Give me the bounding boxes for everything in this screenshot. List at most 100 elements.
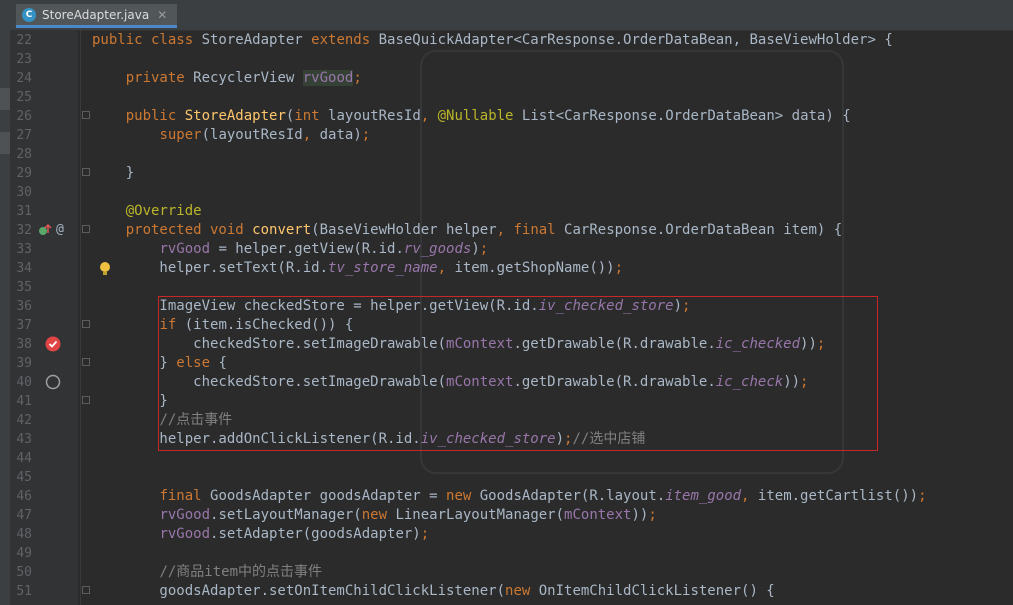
- fold-marker[interactable]: [82, 111, 90, 119]
- code-token: layoutResId: [328, 108, 421, 124]
- code-token: .setLayoutManager(: [210, 507, 362, 523]
- left-strip-marker: [0, 88, 10, 110]
- annotation-at-icon[interactable]: @: [56, 222, 64, 237]
- fold-marker[interactable]: [82, 586, 90, 594]
- fold-gutter-line: [80, 30, 81, 605]
- code-line[interactable]: public StoreAdapter(int layoutResId, @Nu…: [92, 107, 851, 126]
- line-number: 46: [16, 489, 32, 504]
- code-token: data): [319, 127, 362, 143]
- code-token: ): [471, 241, 480, 257]
- code-token: ,: [437, 260, 455, 276]
- code-token: helper.setText(R.id.: [92, 260, 329, 276]
- code-token: LinearLayoutManager(: [395, 507, 565, 523]
- code-token: public: [125, 108, 185, 124]
- line-number: 29: [16, 166, 32, 181]
- code-token: rvGood: [159, 507, 211, 523]
- code-token: BaseQuickAdapter<CarResponse.OrderDataBe…: [378, 32, 893, 48]
- code-token: )): [631, 507, 649, 523]
- code-token: ;: [479, 241, 489, 257]
- code-token: = helper.getView(R.id.: [218, 241, 404, 257]
- code-line[interactable]: super(layoutResId, data);: [92, 126, 370, 145]
- code-line[interactable]: private RecyclerView rvGood;: [92, 69, 362, 88]
- code-token: item.getCartlist()): [757, 488, 919, 504]
- line-number: 51: [16, 584, 32, 599]
- code-token: StoreAdapter: [201, 32, 312, 48]
- code-token: mContext: [564, 507, 632, 523]
- code-token: @Override: [125, 203, 202, 219]
- line-number: 50: [16, 565, 32, 580]
- code-token: .setAdapter(goodsAdapter): [210, 526, 421, 542]
- code-line[interactable]: rvGood.setLayoutManager(new LinearLayout…: [92, 506, 657, 525]
- fold-marker[interactable]: [82, 320, 90, 328]
- empty-breakpoint-icon[interactable]: [45, 374, 61, 390]
- code-token: CarResponse.OrderDataBean item) {: [564, 222, 843, 238]
- java-class-icon: C: [22, 7, 36, 22]
- code-line[interactable]: final GoodsAdapter goodsAdapter = new Go…: [92, 487, 927, 506]
- code-token: new: [361, 507, 396, 523]
- line-number: 34: [16, 261, 32, 276]
- code-line[interactable]: helper.setText(R.id.tv_store_name, item.…: [92, 259, 623, 278]
- code-token: ,: [741, 488, 758, 504]
- line-number: 30: [16, 185, 32, 200]
- fold-marker[interactable]: [82, 225, 90, 233]
- line-number: 48: [16, 527, 32, 542]
- code-token: ;: [614, 260, 624, 276]
- fold-marker[interactable]: [82, 358, 90, 366]
- code-token: ;: [648, 507, 657, 523]
- line-number: 45: [16, 470, 32, 485]
- code-token: ,: [420, 108, 438, 124]
- code-token: GoodsAdapter(R.layout.: [479, 488, 666, 504]
- code-token: protected void: [125, 222, 253, 238]
- code-line[interactable]: rvGood = helper.getView(R.id.rv_goods);: [92, 240, 488, 259]
- code-line[interactable]: protected void convert(BaseViewHolder he…: [92, 221, 842, 240]
- line-number: 33: [16, 242, 32, 257]
- code-token: convert: [252, 222, 312, 238]
- override-icon[interactable]: [38, 223, 52, 237]
- code-token: goodsAdapter.setOnItemChildClickListener…: [92, 583, 506, 599]
- bulb-icon[interactable]: [99, 261, 111, 277]
- code-line[interactable]: public class StoreAdapter extends BaseQu…: [92, 31, 893, 50]
- fold-marker[interactable]: [82, 168, 90, 176]
- line-number: 44: [16, 451, 32, 466]
- line-number: 27: [16, 128, 32, 143]
- code-line[interactable]: //商品item中的点击事件: [92, 563, 322, 582]
- code-token: , final: [496, 222, 565, 238]
- line-number: 38: [16, 337, 32, 352]
- code-line[interactable]: }: [92, 164, 134, 183]
- line-number: 24: [16, 71, 32, 86]
- line-number: 39: [16, 356, 32, 371]
- code-line[interactable]: @Override: [92, 202, 202, 221]
- fold-marker[interactable]: [82, 396, 90, 404]
- code-token: final: [159, 488, 211, 504]
- code-line[interactable]: goodsAdapter.setOnItemChildClickListener…: [92, 582, 774, 601]
- code-token: ;: [420, 526, 430, 542]
- editor-tab-bar: C StoreAdapter.java ✕: [10, 0, 1013, 31]
- code-token: RecyclerView: [193, 70, 303, 86]
- code-token: tv_store_name: [328, 260, 438, 276]
- breakpoint-icon[interactable]: [45, 336, 61, 352]
- code-token: ;: [918, 488, 927, 504]
- code-token: extends: [311, 32, 379, 48]
- code-line[interactable]: rvGood.setAdapter(goodsAdapter);: [92, 525, 429, 544]
- code-token: }: [92, 165, 135, 181]
- code-token: StoreAdapter: [184, 108, 286, 124]
- line-number: 37: [16, 318, 32, 333]
- line-number: 35: [16, 280, 32, 295]
- code-token: ,: [302, 127, 320, 143]
- code-token: (BaseViewHolder helper: [311, 222, 497, 238]
- code-token: (layoutResId: [201, 127, 303, 143]
- code-token: List<CarResponse.OrderDataBean> data) {: [521, 108, 851, 124]
- tab-store-adapter[interactable]: C StoreAdapter.java ✕: [16, 4, 178, 28]
- code-token: item.getShopName()): [454, 260, 615, 276]
- code-token: int: [294, 108, 329, 124]
- code-line[interactable]: }: [92, 392, 167, 411]
- close-icon[interactable]: ✕: [157, 8, 167, 22]
- code-token: //商品item中的点击事件: [159, 564, 323, 580]
